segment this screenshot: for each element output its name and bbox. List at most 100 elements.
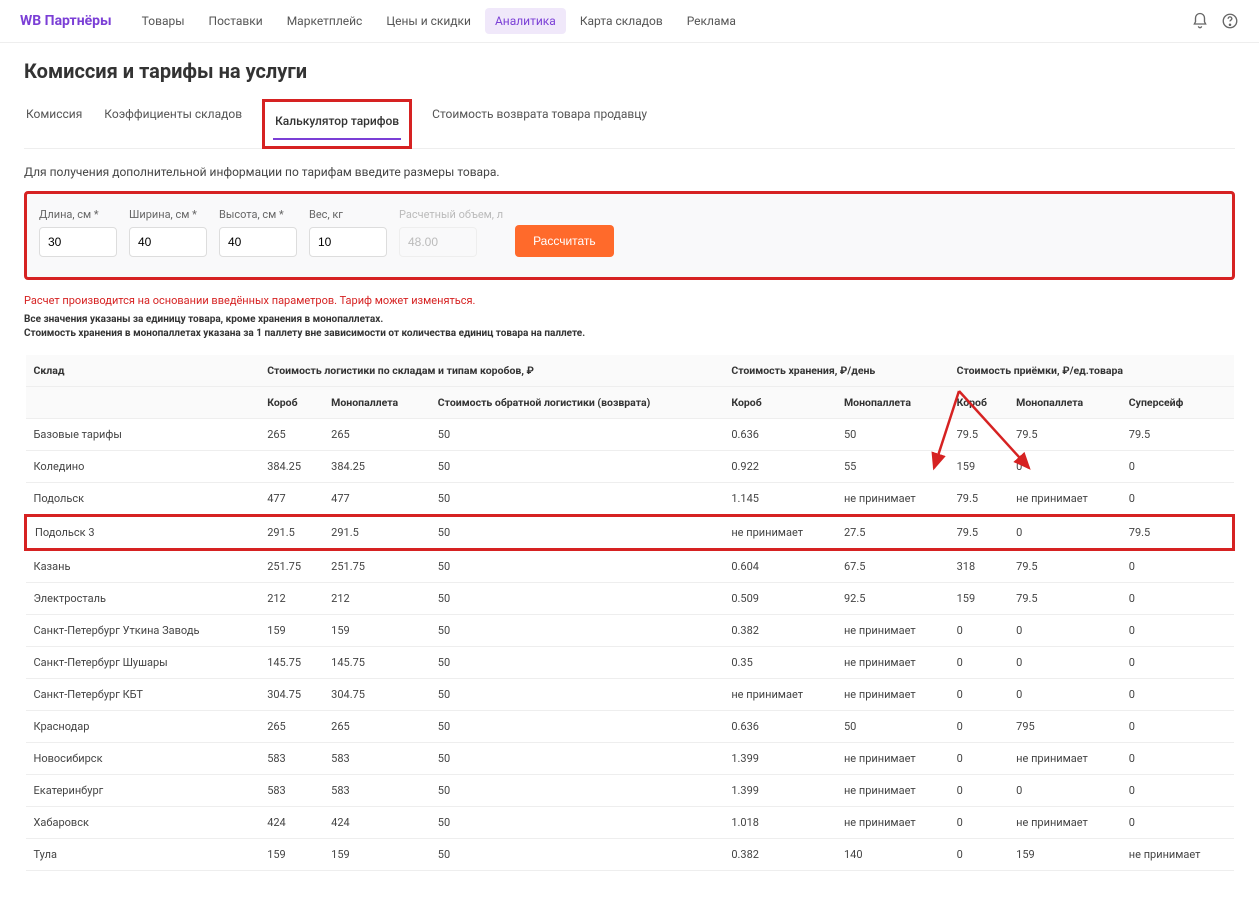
table-cell: 50: [430, 711, 724, 743]
table-cell: Коледино: [26, 451, 260, 483]
length-field: Длина, см *: [39, 208, 117, 257]
table-cell: не принимает: [1008, 483, 1121, 516]
table-cell: 50: [430, 775, 724, 807]
logo[interactable]: WB Партнёры: [20, 13, 112, 29]
nav-item-2[interactable]: Маркетплейс: [277, 8, 373, 34]
table-row: Санкт-Петербург Уткина Заводь159159500.3…: [26, 615, 1234, 647]
height-input[interactable]: [219, 227, 297, 257]
table-cell: 0.922: [723, 451, 836, 483]
table-cell: 79.5: [1008, 419, 1121, 451]
table-cell: не принимает: [836, 615, 949, 647]
table-row: Санкт-Петербург КБТ304.75304.7550не прин…: [26, 679, 1234, 711]
table-cell: 583: [323, 743, 430, 775]
table-cell: 318: [949, 550, 1009, 583]
table-cell: 0: [1121, 711, 1234, 743]
table-row: Тула159159500.3821400159не принимает: [26, 839, 1234, 871]
nav-item-5[interactable]: Карта складов: [570, 8, 673, 34]
th-sub: Стоимость обратной логистики (возврата): [430, 387, 724, 419]
table-cell: Подольск: [26, 483, 260, 516]
table-cell: не принимает: [1121, 839, 1234, 871]
tab-2[interactable]: Калькулятор тарифов: [262, 99, 412, 149]
table-cell: 145.75: [259, 647, 323, 679]
table-cell: Подольск 3: [26, 516, 260, 550]
width-field: Ширина, см *: [129, 208, 207, 257]
table-cell: 251.75: [259, 550, 323, 583]
table-cell: 50: [430, 647, 724, 679]
table-cell: 92.5: [836, 583, 949, 615]
tab-1[interactable]: Коэффициенты складов: [102, 99, 244, 148]
height-field: Высота, см *: [219, 208, 297, 257]
nav-item-1[interactable]: Поставки: [199, 8, 273, 34]
table-cell: 265: [323, 419, 430, 451]
table-row: Хабаровск424424501.018не принимает0не пр…: [26, 807, 1234, 839]
table-row: Электросталь212212500.50992.515979.50: [26, 583, 1234, 615]
weight-input[interactable]: [309, 227, 387, 257]
table-cell: Электросталь: [26, 583, 260, 615]
table-cell: 50: [430, 451, 724, 483]
table-cell: 265: [259, 419, 323, 451]
table-cell: 0: [1121, 679, 1234, 711]
table-cell: Новосибирск: [26, 743, 260, 775]
table-cell: 159: [1008, 839, 1121, 871]
bell-icon[interactable]: [1191, 12, 1209, 30]
length-input[interactable]: [39, 227, 117, 257]
table-cell: 0.382: [723, 615, 836, 647]
table-row: Краснодар265265500.6365007950: [26, 711, 1234, 743]
width-input[interactable]: [129, 227, 207, 257]
table-cell: Санкт-Петербург Уткина Заводь: [26, 615, 260, 647]
table-cell: 50: [430, 839, 724, 871]
table-cell: 384.25: [259, 451, 323, 483]
width-label: Ширина, см *: [129, 208, 207, 221]
warning-text: Расчет производится на основании введённ…: [24, 294, 1235, 307]
table-cell: 0: [1008, 647, 1121, 679]
calculate-button[interactable]: Рассчитать: [515, 225, 614, 257]
table-cell: Базовые тарифы: [26, 419, 260, 451]
table-cell: Хабаровск: [26, 807, 260, 839]
main-nav: ТоварыПоставкиМаркетплейсЦены и скидкиАн…: [132, 8, 1191, 34]
tariff-table: СкладСтоимость логистики по складам и ти…: [24, 355, 1235, 871]
nav-item-0[interactable]: Товары: [132, 8, 195, 34]
volume-output: [399, 227, 477, 257]
tab-0[interactable]: Комиссия: [24, 99, 84, 148]
tab-3[interactable]: Стоимость возврата товара продавцу: [430, 99, 649, 148]
table-cell: 291.5: [323, 516, 430, 550]
table-cell: 0.636: [723, 419, 836, 451]
table-cell: 140: [836, 839, 949, 871]
table-cell: не принимает: [723, 679, 836, 711]
table-cell: 0: [1121, 451, 1234, 483]
table-row: Подольск 3291.5291.550не принимает27.579…: [26, 516, 1234, 550]
table-cell: 79.5: [1008, 583, 1121, 615]
table-cell: 0: [1121, 743, 1234, 775]
table-cell: 583: [323, 775, 430, 807]
calculator-panel: Длина, см * Ширина, см * Высота, см * Ве…: [24, 191, 1235, 280]
th-group: Склад: [26, 355, 260, 387]
topbar: WB Партнёры ТоварыПоставкиМаркетплейсЦен…: [0, 0, 1259, 43]
table-cell: 79.5: [1008, 550, 1121, 583]
table-cell: 0: [1008, 451, 1121, 483]
table-cell: 50: [430, 583, 724, 615]
table-cell: 55: [836, 451, 949, 483]
table-cell: 0.604: [723, 550, 836, 583]
table-cell: 0: [949, 679, 1009, 711]
table-cell: 79.5: [949, 419, 1009, 451]
table-cell: 251.75: [323, 550, 430, 583]
help-icon[interactable]: [1221, 12, 1239, 30]
nav-item-3[interactable]: Цены и скидки: [376, 8, 481, 34]
weight-field: Вес, кг: [309, 208, 387, 257]
table-cell: 0: [949, 743, 1009, 775]
table-cell: 304.75: [323, 679, 430, 711]
table-cell: 0.509: [723, 583, 836, 615]
table-cell: 159: [259, 615, 323, 647]
table-cell: 265: [259, 711, 323, 743]
table-cell: 291.5: [259, 516, 323, 550]
table-cell: 0: [949, 647, 1009, 679]
nav-item-4[interactable]: Аналитика: [485, 8, 566, 34]
table-cell: Краснодар: [26, 711, 260, 743]
table-cell: не принимает: [836, 483, 949, 516]
th-sub: Монопаллета: [323, 387, 430, 419]
table-cell: не принимает: [836, 775, 949, 807]
table-cell: 0: [1121, 647, 1234, 679]
nav-item-6[interactable]: Реклама: [677, 8, 746, 34]
table-cell: 583: [259, 743, 323, 775]
table-cell: 0: [949, 711, 1009, 743]
